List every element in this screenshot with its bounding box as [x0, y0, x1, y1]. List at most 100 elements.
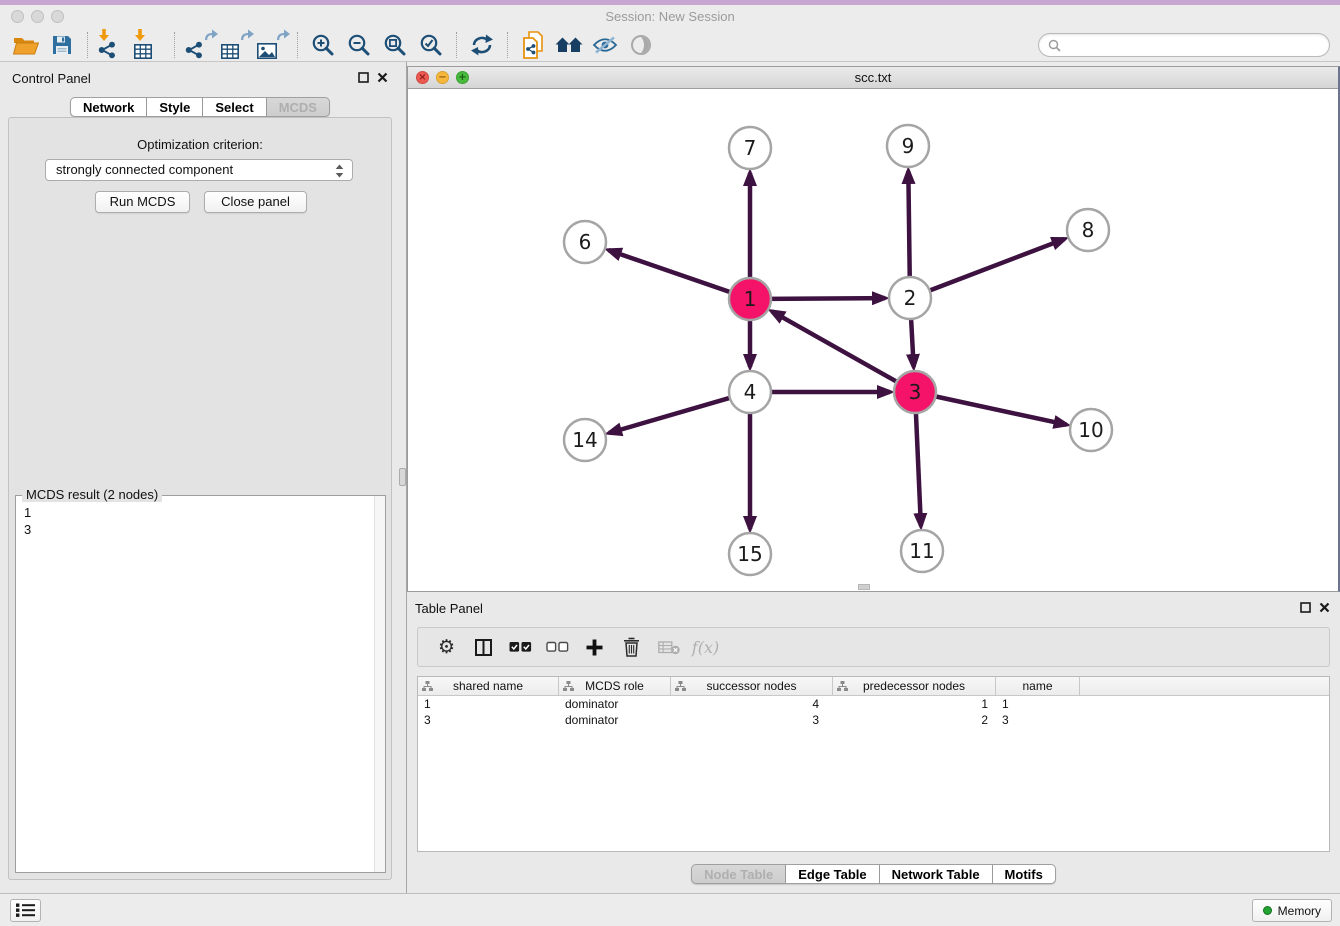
tab-network-table[interactable]: Network Table — [880, 864, 993, 884]
panel-splitter-handle[interactable] — [399, 468, 406, 486]
zoom-fit-icon — [383, 33, 407, 57]
graph-edge-2-9[interactable] — [908, 171, 909, 279]
trash-icon — [623, 637, 640, 657]
export-table-button[interactable] — [218, 30, 254, 60]
new-network-from-selection-button[interactable] — [515, 30, 551, 60]
delete-table-button-disabled — [650, 631, 687, 663]
column-header-predecessor-nodes[interactable]: predecessor nodes — [833, 677, 996, 695]
tab-network[interactable]: Network — [70, 97, 147, 117]
column-header-successor-nodes[interactable]: successor nodes — [671, 677, 833, 695]
import-network-icon — [98, 30, 128, 60]
table-cell: 4 — [671, 696, 833, 712]
graph-edge-3-1[interactable] — [772, 311, 899, 382]
float-panel-icon[interactable] — [358, 72, 369, 83]
search-field[interactable] — [1038, 33, 1330, 57]
task-history-button[interactable] — [10, 899, 41, 922]
export-image-icon — [257, 30, 287, 60]
tab-edge-table[interactable]: Edge Table — [786, 864, 879, 884]
function-fx-icon: f(x) — [692, 638, 719, 657]
graph-edge-4-14[interactable] — [609, 397, 732, 433]
criterion-value: strongly connected component — [56, 162, 233, 177]
delete-table-icon — [658, 640, 680, 655]
toolbar-separator — [507, 32, 508, 58]
control-panel-title: Control Panel — [12, 71, 91, 86]
add-column-button[interactable] — [576, 631, 613, 663]
graph-edge-1-2[interactable] — [769, 298, 885, 299]
memory-label: Memory — [1278, 904, 1321, 918]
graph-edge-3-11[interactable] — [916, 411, 921, 526]
tab-style[interactable]: Style — [147, 97, 203, 117]
hierarchy-icon — [563, 681, 574, 691]
zoom-selected-button[interactable] — [413, 30, 449, 60]
table-panel: Table Panel ⚙ f(x) — [407, 592, 1340, 893]
table-cell: dominator — [559, 712, 671, 728]
open-folder-icon — [13, 35, 39, 55]
table-settings-button[interactable]: ⚙ — [428, 631, 465, 663]
toolbar-separator — [456, 32, 457, 58]
table-cell: 3 — [671, 712, 833, 728]
float-table-panel-icon[interactable] — [1300, 602, 1311, 613]
import-table-button[interactable] — [131, 30, 167, 60]
close-panel-button[interactable]: Close panel — [204, 191, 307, 213]
column-header-name[interactable]: name — [996, 677, 1080, 695]
search-input[interactable] — [1065, 35, 1320, 55]
hierarchy-icon — [422, 681, 433, 691]
close-panel-icon[interactable] — [377, 72, 388, 83]
show-eye-icon — [630, 34, 652, 56]
close-table-panel-icon[interactable] — [1319, 602, 1330, 613]
new-network-document-icon — [521, 31, 545, 59]
criterion-select[interactable]: strongly connected component — [45, 159, 353, 181]
refresh-layout-button[interactable] — [464, 30, 500, 60]
network-canvas[interactable]: 1234678910111415 — [408, 90, 1338, 591]
tab-mcds[interactable]: MCDS — [267, 97, 330, 117]
column-header-mcds-role[interactable]: MCDS role — [559, 677, 671, 695]
canvas-resize-handle[interactable] — [858, 584, 870, 590]
zoom-in-button[interactable] — [305, 30, 341, 60]
graph-node-label-9: 9 — [902, 134, 915, 158]
toolbar-separator — [174, 32, 175, 58]
function-builder-button-disabled: f(x) — [687, 631, 724, 663]
delete-column-button[interactable] — [613, 631, 650, 663]
network-graph: 1234678910111415 — [408, 90, 1337, 591]
export-network-button[interactable] — [182, 30, 218, 60]
node-table[interactable]: shared nameMCDS rolesuccessor nodes prede… — [417, 676, 1330, 852]
network-window-titlebar[interactable]: × − + scc.txt — [408, 67, 1338, 89]
save-icon — [52, 35, 72, 55]
tab-motifs[interactable]: Motifs — [993, 864, 1056, 884]
column-header-shared-name[interactable]: shared name — [418, 677, 559, 695]
network-window-title: scc.txt — [408, 67, 1338, 89]
memory-button[interactable]: Memory — [1252, 899, 1332, 922]
node-table-header[interactable]: shared nameMCDS rolesuccessor nodes prede… — [418, 677, 1329, 696]
run-mcds-button[interactable]: Run MCDS — [95, 191, 190, 213]
open-session-button[interactable] — [8, 30, 44, 60]
table-cell: 1 — [996, 696, 1080, 712]
result-scrollbar[interactable] — [374, 496, 385, 872]
export-image-button[interactable] — [254, 30, 290, 60]
session-title: Session: New Session — [0, 5, 1340, 28]
graph-node-label-7: 7 — [744, 136, 757, 160]
column-header-label: predecessor nodes — [863, 679, 965, 693]
graph-node-label-15: 15 — [737, 542, 762, 566]
zoom-fit-button[interactable] — [377, 30, 413, 60]
column-view-button[interactable] — [465, 631, 502, 663]
tab-select[interactable]: Select — [203, 97, 266, 117]
graph-edge-3-10[interactable] — [934, 396, 1067, 425]
table-cell: 2 — [833, 712, 996, 728]
mcds-result-box: MCDS result (2 nodes) 13 — [15, 495, 386, 873]
select-all-button[interactable] — [502, 631, 539, 663]
graph-edge-1-6[interactable] — [609, 250, 732, 293]
zoom-out-icon — [347, 33, 371, 57]
table-row[interactable]: 3dominator323 — [418, 712, 1329, 728]
tab-node-table[interactable]: Node Table — [691, 864, 786, 884]
search-icon — [1048, 39, 1061, 52]
import-network-button[interactable] — [95, 30, 131, 60]
graph-edge-2-3[interactable] — [911, 317, 914, 367]
hide-selected-button[interactable] — [587, 30, 623, 60]
graph-edge-2-8[interactable] — [928, 239, 1065, 291]
show-all-button[interactable] — [623, 30, 659, 60]
deselect-all-button[interactable] — [539, 631, 576, 663]
zoom-out-button[interactable] — [341, 30, 377, 60]
save-session-button[interactable] — [44, 30, 80, 60]
table-row[interactable]: 1dominator411 — [418, 696, 1329, 712]
first-neighbors-button[interactable] — [551, 30, 587, 60]
